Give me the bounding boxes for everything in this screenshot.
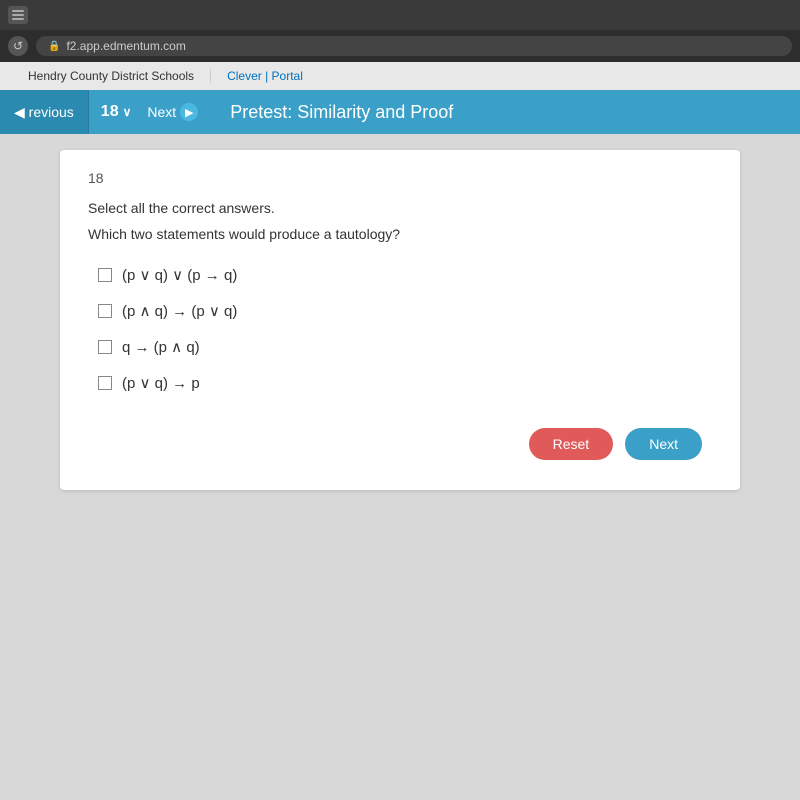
bookmark-clever[interactable]: Clever | Portal [211, 69, 319, 83]
nav-next-label: Next [147, 104, 176, 120]
button-row: Reset Next [88, 428, 712, 460]
tab-bar [0, 0, 800, 30]
option-d-text: (p ∨ q) → p [122, 374, 200, 392]
checkbox-b[interactable] [98, 304, 112, 318]
nav-next-button[interactable]: Next ▶ [139, 103, 206, 121]
checkbox-d[interactable] [98, 376, 112, 390]
question-card: 18 Select all the correct answers. Which… [60, 150, 740, 490]
option-c[interactable]: q → (p ∧ q) [98, 338, 712, 356]
refresh-button[interactable]: ↺ [8, 36, 28, 56]
option-a[interactable]: (p ∨ q) ∨ (p → q) [98, 266, 712, 284]
option-a-text: (p ∨ q) ∨ (p → q) [122, 266, 237, 284]
tab-icon [8, 6, 28, 24]
option-b[interactable]: (p ∧ q) → (p ∨ q) [98, 302, 712, 320]
question-number: 18 [88, 170, 712, 186]
question-number-nav: 18 ∨ [89, 103, 140, 121]
answer-options: (p ∨ q) ∨ (p → q) (p ∧ q) → (p ∨ q) q → … [98, 266, 712, 392]
option-c-text: q → (p ∧ q) [122, 338, 200, 356]
next-button[interactable]: Next [625, 428, 702, 460]
app-nav: ◀ revious 18 ∨ Next ▶ Pretest: Similarit… [0, 90, 800, 134]
reset-button[interactable]: Reset [529, 428, 614, 460]
page-title: Pretest: Similarity and Proof [206, 102, 453, 123]
chevron-down-icon[interactable]: ∨ [123, 105, 132, 119]
option-b-text: (p ∧ q) → (p ∨ q) [122, 302, 237, 320]
checkbox-c[interactable] [98, 340, 112, 354]
question-num-text: 18 [101, 103, 119, 121]
question-instruction: Select all the correct answers. [88, 200, 712, 216]
bookmark-school[interactable]: Hendry County District Schools [12, 69, 211, 83]
next-circle-icon: ▶ [180, 103, 198, 121]
option-d[interactable]: (p ∨ q) → p [98, 374, 712, 392]
url-text: f2.app.edmentum.com [66, 39, 185, 53]
main-content: 18 Select all the correct answers. Which… [0, 134, 800, 800]
question-text: Which two statements would produce a tau… [88, 226, 712, 242]
checkbox-a[interactable] [98, 268, 112, 282]
previous-label: ◀ revious [14, 104, 74, 121]
url-bar[interactable]: 🔒 f2.app.edmentum.com [36, 36, 792, 56]
previous-button[interactable]: ◀ revious [0, 90, 89, 134]
bookmarks-bar: Hendry County District Schools Clever | … [0, 62, 800, 90]
browser-chrome: ↺ 🔒 f2.app.edmentum.com [0, 0, 800, 62]
address-bar: ↺ 🔒 f2.app.edmentum.com [0, 30, 800, 62]
lock-icon: 🔒 [48, 41, 60, 52]
